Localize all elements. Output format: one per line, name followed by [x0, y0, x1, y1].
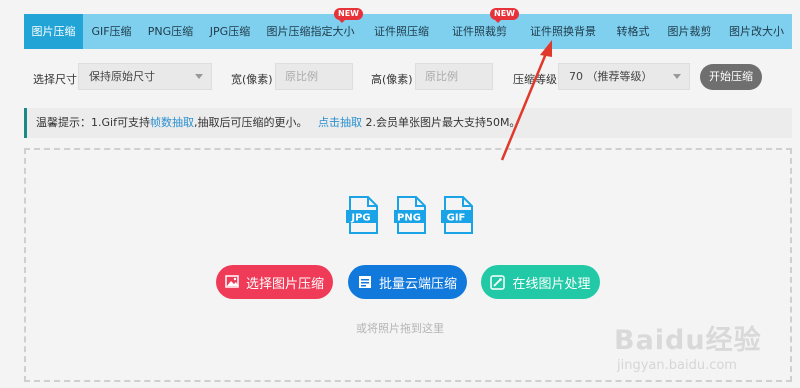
png-file-icon: PNG	[394, 196, 426, 234]
gif-file-icon: GIF	[441, 196, 473, 234]
tab-label: 图片压缩	[31, 25, 76, 38]
tab-label: 图片裁剪	[667, 25, 712, 38]
batch-cloud-compress-label: 批量云端压缩	[378, 276, 457, 292]
new-badge: NEW	[490, 8, 519, 23]
baidu-jingyan-watermark: Baidu经验	[614, 325, 762, 356]
height-label: 高(像素)	[371, 73, 413, 86]
tab-label: 证件照裁剪	[452, 25, 507, 38]
select-image-compress-label: 选择图片压缩	[245, 276, 324, 292]
height-input[interactable]: 原比例	[415, 63, 493, 90]
size-select[interactable]: 保持原始尺寸	[78, 63, 212, 90]
online-image-process-button[interactable]: 在线图片处理	[481, 265, 600, 299]
tab-image-compress[interactable]: 图片压缩	[24, 14, 83, 49]
tip-middle: ,抽取后可压缩的更小。	[193, 116, 308, 129]
width-label: 宽(像素)	[231, 73, 273, 86]
width-input[interactable]: 原比例	[275, 63, 353, 90]
tab-bar: 图片压缩 GIF压缩 PNG压缩 JPG压缩 图片压缩指定大小 NEW 证件照压缩…	[24, 8, 792, 49]
tab-png-compress[interactable]: PNG压缩	[140, 14, 201, 49]
height-placeholder: 原比例	[425, 70, 458, 83]
file-type-label: GIF	[447, 213, 466, 224]
tab-label: 转格式	[616, 25, 650, 38]
file-type-label: JPG	[350, 213, 370, 224]
tab-label: JPG压缩	[209, 25, 251, 38]
batch-cloud-compress-button[interactable]: 批量云端压缩	[348, 265, 467, 299]
watermark-url: jingyan.baidu.com	[617, 358, 737, 373]
tab-label: 证件照压缩	[374, 25, 429, 38]
chevron-down-icon	[673, 74, 681, 79]
tab-label: 证件照换背景	[530, 25, 596, 38]
tab-id-photo-background[interactable]: 证件照换背景	[518, 14, 608, 49]
batch-icon	[358, 276, 371, 288]
compression-level-label: 压缩等级	[513, 73, 557, 86]
compression-level-value: 70 （推荐等级）	[569, 70, 653, 83]
tab-label: 图片改大小	[729, 25, 784, 38]
start-compress-button[interactable]: 开始压缩	[700, 64, 762, 90]
compression-level-select[interactable]: 70 （推荐等级）	[558, 63, 690, 90]
frame-extract-link[interactable]: 帧数抽取	[150, 116, 194, 129]
edit-image-icon	[490, 274, 506, 290]
select-image-compress-button[interactable]: 选择图片压缩	[216, 265, 333, 299]
image-icon	[225, 275, 239, 288]
tip-bar: 温馨提示：1.Gif可支持帧数抽取,抽取后可压缩的更小。 点击抽取 2.会员单张…	[24, 108, 792, 138]
tab-label: 图片压缩指定大小	[266, 25, 355, 38]
width-placeholder: 原比例	[285, 70, 318, 83]
chevron-down-icon	[195, 74, 203, 79]
tab-compress-to-size[interactable]: 图片压缩指定大小 NEW	[259, 8, 363, 49]
tab-label: GIF压缩	[91, 25, 132, 38]
tab-gif-compress[interactable]: GIF压缩	[83, 14, 140, 49]
online-image-process-label: 在线图片处理	[512, 276, 591, 292]
tab-convert-format[interactable]: 转格式	[608, 14, 658, 49]
jpg-file-icon: JPG	[346, 196, 378, 234]
size-label: 选择尺寸	[33, 73, 77, 86]
click-extract-link[interactable]: 点击抽取	[318, 116, 362, 129]
tip-prefix: 温馨提示：1.Gif可支持	[36, 116, 150, 129]
tab-jpg-compress[interactable]: JPG压缩	[201, 14, 259, 49]
size-select-value: 保持原始尺寸	[89, 70, 155, 83]
tip-suffix: 2.会员单张图片最大支持50M。	[361, 116, 521, 129]
tab-id-photo-crop[interactable]: 证件照裁剪 NEW	[441, 8, 519, 49]
tab-label: PNG压缩	[147, 25, 194, 38]
tab-image-crop[interactable]: 图片裁剪	[658, 14, 721, 49]
tab-image-resize[interactable]: 图片改大小	[721, 14, 792, 49]
new-badge: NEW	[334, 8, 363, 23]
tab-id-photo-compress[interactable]: 证件照压缩	[362, 14, 441, 49]
file-type-label: PNG	[397, 213, 421, 224]
